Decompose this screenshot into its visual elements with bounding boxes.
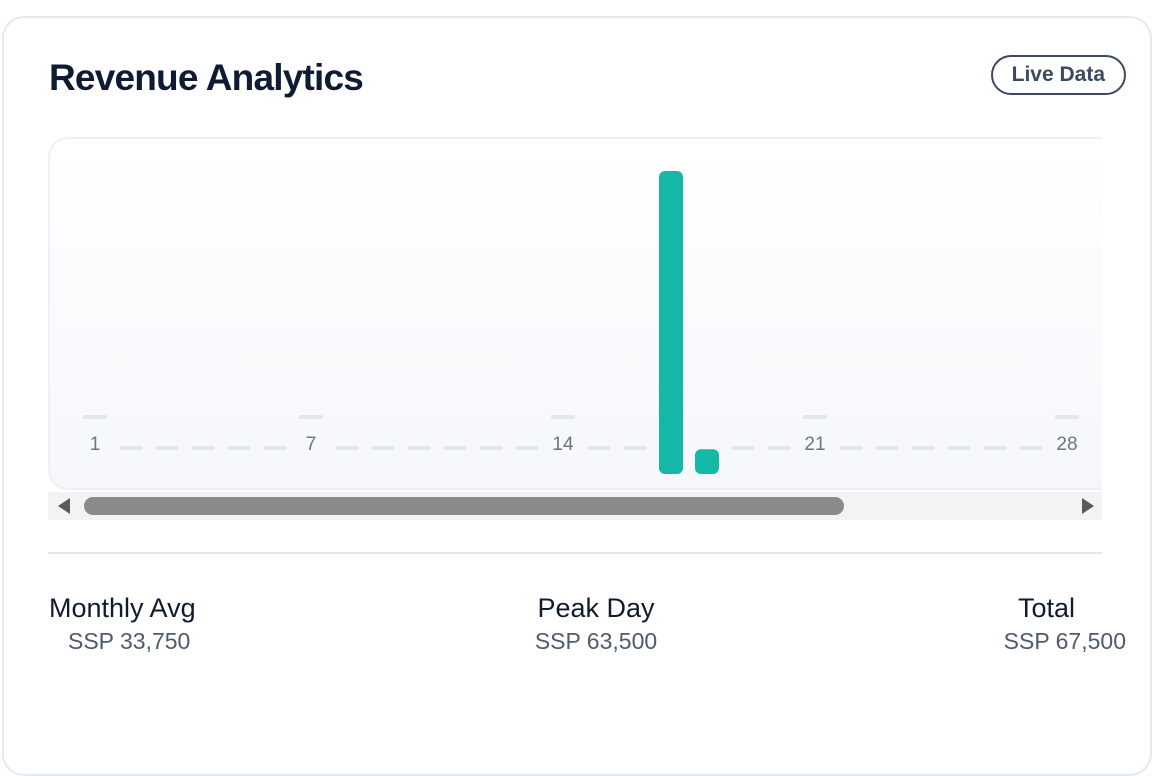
divider	[48, 552, 1102, 554]
x-tick-label-14: 14	[552, 434, 574, 455]
stat-total: Total SSP 67,500	[1004, 590, 1126, 656]
revenue-bar-chart: 1 7 14 21 28	[83, 171, 1079, 474]
empty-bar-day-19	[731, 446, 755, 450]
tick-marker-day-14	[551, 415, 575, 419]
empty-bar-day-10	[407, 446, 431, 450]
live-data-badge[interactable]: Live Data	[990, 55, 1126, 95]
empty-bar-day-15	[587, 446, 611, 450]
empty-bar-day-8	[335, 446, 359, 450]
page-title: Revenue Analytics	[49, 57, 364, 98]
empty-bar-day-9	[371, 446, 395, 450]
tick-marker-day-28	[1055, 415, 1079, 419]
peak-day-label: Peak Day	[537, 593, 655, 623]
empty-bar-day-16	[623, 446, 647, 450]
bar-day-17[interactable]	[659, 171, 683, 474]
monthly-avg-value: SSP 33,750	[68, 628, 191, 654]
monthly-avg-label: Monthly Avg	[49, 593, 196, 623]
empty-bar-day-4	[191, 446, 215, 450]
scroll-right-arrow-icon[interactable]	[1082, 498, 1094, 514]
total-label: Total	[1017, 593, 1075, 623]
empty-bar-day-24	[911, 446, 935, 450]
empty-bar-day-12	[479, 446, 503, 450]
total-value: SSP 67,500	[1003, 628, 1126, 654]
empty-bar-day-25	[947, 446, 971, 450]
empty-bar-day-22	[839, 446, 863, 450]
tick-marker-day-21	[803, 415, 827, 419]
scroll-left-arrow-icon[interactable]	[58, 498, 70, 514]
chart-panel: 1 7 14 21 28	[48, 137, 1102, 490]
scroll-thumb[interactable]	[84, 497, 844, 515]
empty-bar-day-13	[515, 446, 539, 450]
empty-bar-day-26	[983, 446, 1007, 450]
x-tick-label-21: 21	[804, 434, 825, 455]
empty-bar-day-5	[227, 446, 251, 450]
x-tick-label-1: 1	[90, 434, 101, 455]
tick-marker-day-1	[83, 415, 107, 419]
empty-bar-day-2	[119, 446, 143, 450]
empty-bar-day-6	[263, 446, 287, 450]
empty-bar-day-3	[155, 446, 179, 450]
x-tick-label-7: 7	[306, 434, 317, 455]
empty-bar-day-27	[1019, 446, 1043, 450]
empty-bar-day-23	[875, 446, 899, 450]
tick-marker-day-7	[299, 415, 323, 419]
x-tick-label-28: 28	[1056, 434, 1077, 455]
empty-bar-day-11	[443, 446, 467, 450]
stat-peak-day: Peak Day SSP 63,500	[496, 590, 696, 656]
peak-day-value: SSP 63,500	[534, 628, 658, 654]
bar-day-18[interactable]	[695, 449, 719, 474]
chart-scrollbar[interactable]	[48, 492, 1102, 520]
empty-bar-day-20	[767, 446, 791, 450]
stat-monthly-avg: Monthly Avg SSP 33,750	[49, 590, 196, 656]
